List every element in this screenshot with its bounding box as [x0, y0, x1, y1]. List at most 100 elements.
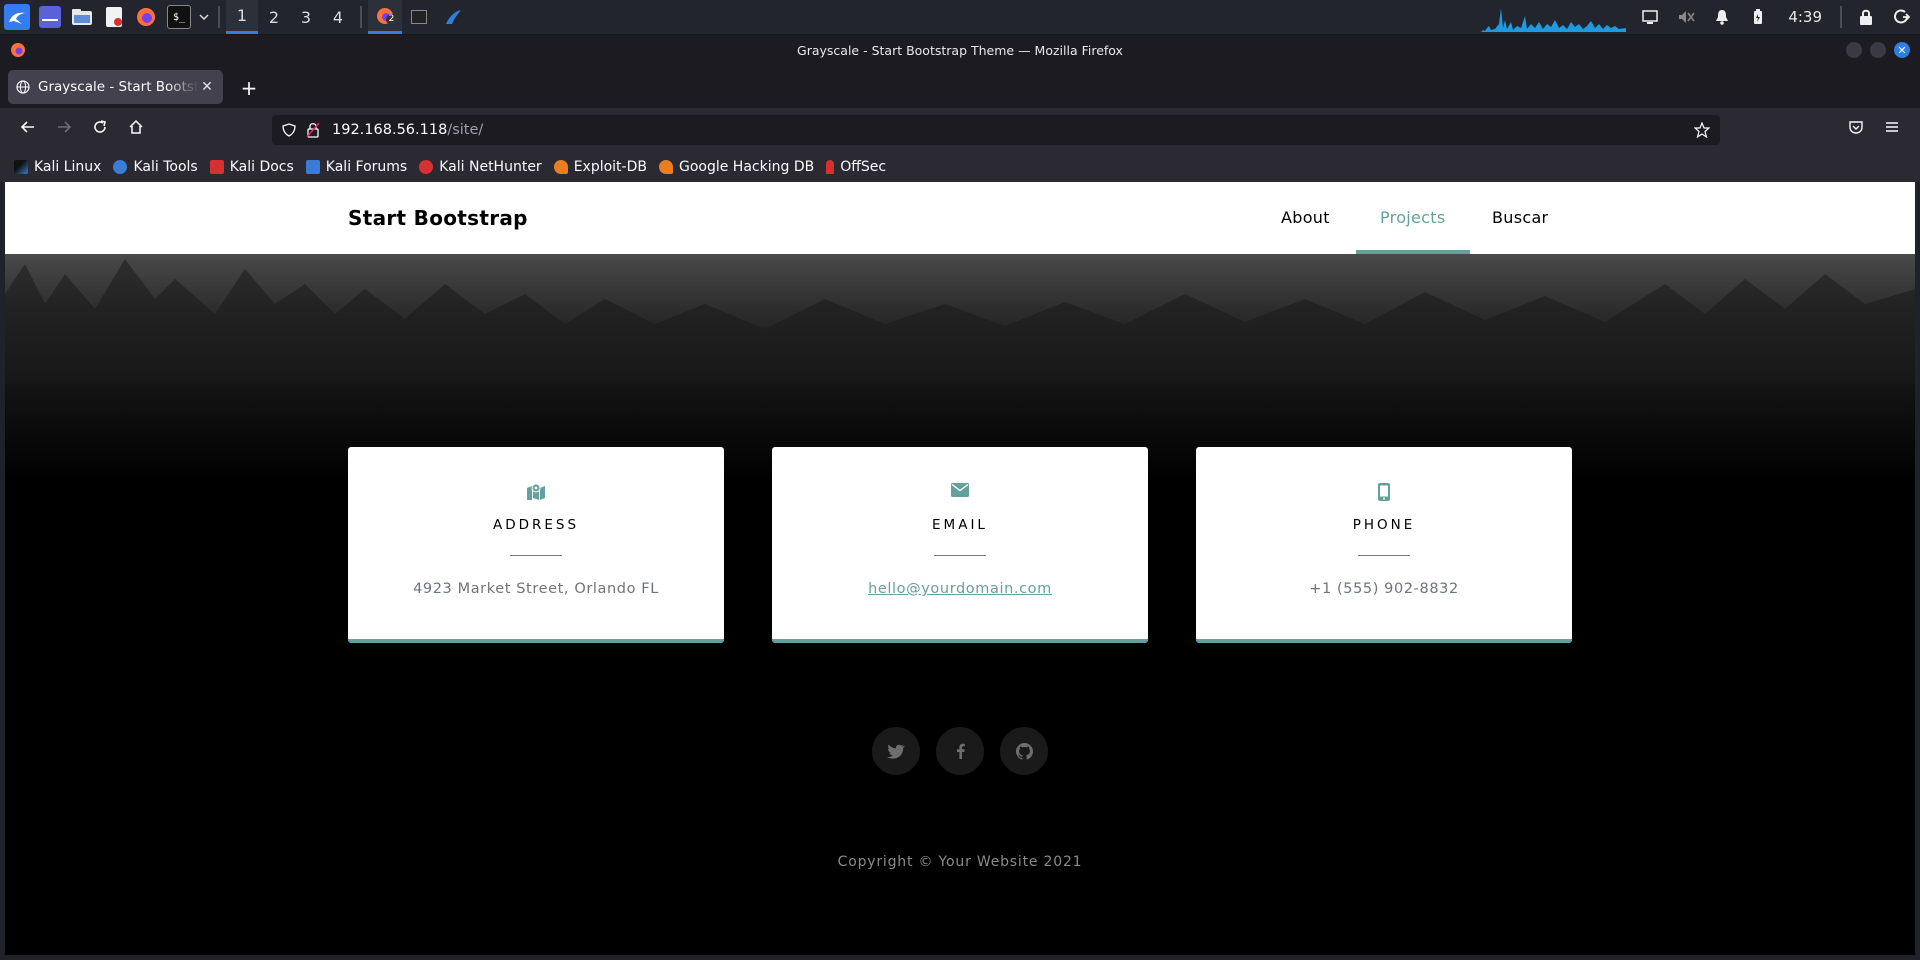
- page-viewport: Start Bootstrap About Projects Buscar Ad…: [5, 182, 1915, 955]
- terminal-icon: [411, 10, 427, 24]
- panel-separator: [218, 6, 220, 28]
- bookmark-kali-nethunter[interactable]: Kali NetHunter: [419, 159, 542, 175]
- card-title: Phone: [1352, 517, 1416, 533]
- new-tab-button[interactable]: +: [237, 76, 261, 100]
- email-link[interactable]: hello@yourdomain.com: [772, 581, 1148, 597]
- mobile-phone-icon: [1378, 483, 1390, 501]
- clock[interactable]: 4:39: [1788, 8, 1822, 26]
- shield-icon: [282, 123, 296, 137]
- workspace-3[interactable]: 3: [290, 0, 322, 34]
- arrow-left-icon: [20, 121, 34, 133]
- arrow-right-icon: [58, 121, 72, 133]
- battery-icon[interactable]: [1747, 6, 1769, 28]
- taskbar-app-window[interactable]: [436, 0, 470, 34]
- bookmark-google-hacking-db[interactable]: Google Hacking DB: [658, 159, 815, 175]
- bookmark-star-icon[interactable]: [1694, 122, 1710, 138]
- url-path: /site/: [447, 122, 484, 138]
- twitter-button[interactable]: [872, 727, 920, 775]
- exploit-db-icon: [553, 160, 568, 174]
- nav-link-about[interactable]: About: [1281, 208, 1330, 227]
- tab-title: Grayscale - Start Bootstrap Theme: [38, 79, 199, 95]
- address-bar[interactable]: 192.168.56.118/site/: [272, 115, 1720, 145]
- file-manager-icon[interactable]: [71, 6, 93, 28]
- bookmark-label: Exploit-DB: [573, 159, 647, 175]
- nav-link-buscar[interactable]: Buscar: [1492, 208, 1548, 227]
- bookmark-label: Google Hacking DB: [678, 159, 815, 175]
- bookmark-offsec[interactable]: OffSec: [826, 159, 886, 175]
- logout-icon[interactable]: [1891, 6, 1913, 28]
- bookmark-kali-forums[interactable]: Kali Forums: [305, 159, 408, 175]
- close-tab-icon[interactable]: ✕: [199, 79, 215, 95]
- home-icon: [129, 119, 143, 134]
- active-nav-indicator: [1356, 250, 1470, 254]
- envelope-icon: [951, 483, 969, 497]
- pocket-button[interactable]: [1844, 118, 1868, 142]
- card-title: Address: [492, 517, 580, 533]
- bookmark-label: Kali Linux: [34, 159, 102, 175]
- divider: [1358, 555, 1410, 556]
- phone-text: +1 (555) 902-8832: [1309, 581, 1459, 597]
- site-navbar: Start Bootstrap About Projects Buscar: [5, 182, 1915, 254]
- notifications-bell-icon[interactable]: [1711, 6, 1733, 28]
- divider: [510, 555, 562, 556]
- github-button[interactable]: [1000, 727, 1048, 775]
- insecure-lock-icon[interactable]: [306, 122, 320, 138]
- panel-separator: [360, 6, 362, 28]
- terminal-icon[interactable]: $_: [167, 5, 191, 29]
- panel-separator: [1840, 6, 1842, 28]
- back-button[interactable]: [16, 118, 40, 142]
- minimize-button[interactable]: [1846, 42, 1862, 58]
- map-icon: [527, 483, 545, 500]
- kali-docs-icon: [209, 160, 224, 174]
- home-button[interactable]: [124, 118, 148, 142]
- forward-button[interactable]: [52, 118, 76, 142]
- firefox-icon: [11, 43, 25, 57]
- kali-tools-icon: [113, 160, 128, 174]
- tab-strip: Grayscale - Start Bootstrap Theme ✕ +: [0, 66, 1920, 108]
- card-title: Email: [932, 517, 988, 533]
- window-count-badge: 2: [386, 14, 397, 25]
- twitter-icon: [887, 744, 905, 759]
- bookmark-label: Kali Forums: [325, 159, 408, 175]
- bookmark-kali-docs[interactable]: Kali Docs: [209, 159, 294, 175]
- site-brand[interactable]: Start Bootstrap: [348, 206, 528, 230]
- kali-menu-button[interactable]: [0, 0, 34, 34]
- taskbar-terminal-window[interactable]: [402, 0, 436, 34]
- browser-tab[interactable]: Grayscale - Start Bootstrap Theme ✕: [8, 70, 223, 104]
- bookmarks-toolbar: Kali Linux Kali Tools Kali Docs Kali For…: [0, 152, 1920, 182]
- pocket-icon: [1849, 121, 1863, 134]
- window-title: Grayscale - Start Bootstrap Theme — Mozi…: [797, 43, 1123, 58]
- cpu-graph-icon: [1481, 8, 1627, 32]
- bookmark-kali-tools[interactable]: Kali Tools: [113, 159, 198, 175]
- reload-button[interactable]: [88, 118, 112, 142]
- close-window-button[interactable]: ✕: [1894, 42, 1910, 58]
- workspace-4[interactable]: 4: [322, 0, 354, 34]
- text-editor-icon[interactable]: [103, 6, 125, 28]
- lock-screen-icon[interactable]: [1855, 6, 1877, 28]
- globe-icon: [16, 80, 30, 94]
- bookmark-exploit-db[interactable]: Exploit-DB: [553, 159, 647, 175]
- ghdb-icon: [658, 160, 673, 174]
- contact-card-address: Address 4923 Market Street, Orlando FL: [348, 447, 724, 643]
- taskbar-firefox-window[interactable]: 2: [368, 0, 402, 34]
- taskbar: $_ 1 2 3 4 2 4:39: [0, 0, 1920, 35]
- firefox-icon[interactable]: [135, 6, 157, 28]
- workspace-1[interactable]: 1: [226, 0, 258, 34]
- display-icon[interactable]: [1639, 6, 1661, 28]
- workspace-2[interactable]: 2: [258, 0, 290, 34]
- url-host: 192.168.56.118: [332, 122, 448, 138]
- nav-link-projects[interactable]: Projects: [1380, 208, 1445, 227]
- tree-silhouettes: [5, 259, 1915, 384]
- kali-app-icon: [446, 10, 461, 24]
- chevron-down-icon[interactable]: [198, 6, 210, 28]
- maximize-button[interactable]: [1870, 42, 1886, 58]
- volume-muted-icon[interactable]: [1675, 6, 1697, 28]
- bookmark-label: OffSec: [840, 159, 887, 175]
- contact-card-email: Email hello@yourdomain.com: [772, 447, 1148, 643]
- system-tray: 4:39: [1481, 0, 1920, 34]
- desktop-icon[interactable]: [39, 6, 61, 28]
- contact-card-phone: Phone +1 (555) 902-8832: [1196, 447, 1572, 643]
- facebook-button[interactable]: [936, 727, 984, 775]
- app-menu-button[interactable]: [1880, 118, 1904, 142]
- bookmark-kali-linux[interactable]: Kali Linux: [14, 159, 101, 175]
